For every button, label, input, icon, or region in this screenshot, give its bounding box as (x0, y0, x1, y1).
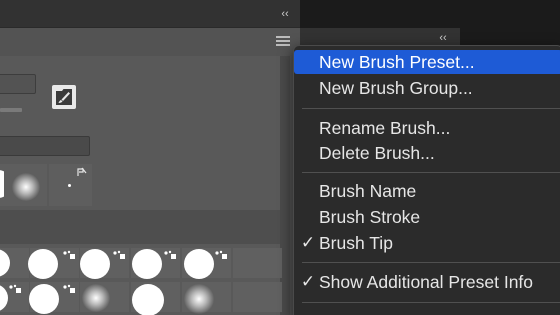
soft-round-tip (184, 284, 214, 314)
menu-item-label: Show Additional Preset Info (319, 272, 534, 292)
menu-item-label: New Brush Preset... (319, 52, 475, 72)
menu-separator (302, 262, 560, 263)
hard-round-tip (28, 249, 58, 279)
brush-preset-cell[interactable] (80, 248, 129, 279)
menu-item-label: Brush Tip (319, 233, 393, 253)
menu-item-label: New Brush Group... (319, 78, 473, 98)
menu-item-new-brush-preset[interactable]: New Brush Preset... (294, 50, 560, 74)
menu-item-rename-brush[interactable]: Rename Brush... (294, 116, 560, 140)
hard-round-tip (0, 249, 10, 277)
brush-settings-icon (56, 89, 72, 105)
brush-preset-cell[interactable] (233, 248, 282, 278)
menu-item-label: Brush Stroke (319, 207, 421, 227)
brush-group-header[interactable] (0, 210, 280, 244)
preset-flag-icon (63, 250, 75, 259)
hard-round-tip (29, 284, 59, 314)
preset-flag-icon (63, 284, 75, 293)
panel-context-menu: New Brush Preset... New Brush Group... R… (293, 45, 560, 315)
recent-brush-item[interactable] (4, 164, 47, 206)
preset-flag-icon (9, 284, 21, 293)
checkmark-icon: ✓ (300, 272, 316, 291)
brush-preset-cell[interactable] (28, 248, 79, 279)
brush-preset-cell[interactable] (131, 248, 180, 279)
menu-separator (302, 172, 560, 173)
hard-round-tip (0, 284, 8, 312)
menu-item-brush-tip[interactable]: ✓ Brush Tip (294, 231, 560, 255)
brush-size-slider[interactable] (0, 108, 22, 112)
brushes-panel: ‹‹ (0, 0, 300, 315)
tiny-round-tip (68, 184, 71, 187)
soft-round-tip (82, 284, 110, 312)
menu-item-delete-brush[interactable]: Delete Brush... (294, 141, 560, 165)
panel-menu-icon[interactable] (276, 36, 290, 48)
brush-preset-cell[interactable] (0, 282, 29, 312)
preset-flag-icon (164, 250, 176, 259)
menu-item-brush-name[interactable]: Brush Name (294, 179, 560, 203)
menu-item-show-additional-preset-info[interactable]: ✓ Show Additional Preset Info (294, 270, 560, 294)
preset-flag-icon (113, 250, 125, 259)
collapse-secondary-panel-button[interactable]: ‹‹ (436, 32, 450, 44)
menu-item-new-brush-group[interactable]: New Brush Group... (294, 76, 560, 100)
collapse-panel-button[interactable]: ‹‹ (278, 8, 292, 20)
brush-search-input[interactable] (0, 136, 90, 156)
preset-flag-icon (215, 250, 227, 259)
soft-round-tip (12, 173, 40, 201)
hard-round-tip (132, 284, 164, 315)
menu-separator (302, 108, 560, 109)
hard-round-tip (184, 249, 214, 279)
menu-item-label: Brush Name (319, 181, 417, 201)
brush-preset-cell[interactable] (29, 282, 79, 314)
brush-preset-cell[interactable] (233, 282, 282, 312)
menu-item-brush-stroke[interactable]: Brush Stroke (294, 205, 560, 229)
brush-preset-cell[interactable] (182, 248, 231, 279)
checkmark-icon: ✓ (300, 233, 316, 252)
recent-brushes (0, 164, 92, 206)
brush-size-field[interactable] (0, 74, 36, 94)
panel-header: ‹‹ (0, 0, 300, 28)
menu-item-label: Rename Brush... (319, 118, 451, 138)
menu-item-label: Delete Brush... (319, 143, 435, 163)
preset-flag-icon (77, 167, 87, 176)
brush-preset-cell[interactable] (182, 282, 231, 314)
menu-separator (302, 302, 560, 303)
hard-round-tip (132, 249, 162, 279)
brush-preset-cell[interactable] (131, 282, 180, 315)
app-stage: ‹‹ ‹‹ New Brush Preset... New Brush Grou… (0, 0, 560, 315)
brush-preset-cell[interactable] (0, 248, 29, 278)
recent-brush-item[interactable] (49, 164, 92, 206)
brush-settings-button[interactable] (52, 85, 76, 109)
hard-round-tip (80, 249, 110, 279)
brush-preset-cell[interactable] (80, 282, 129, 312)
